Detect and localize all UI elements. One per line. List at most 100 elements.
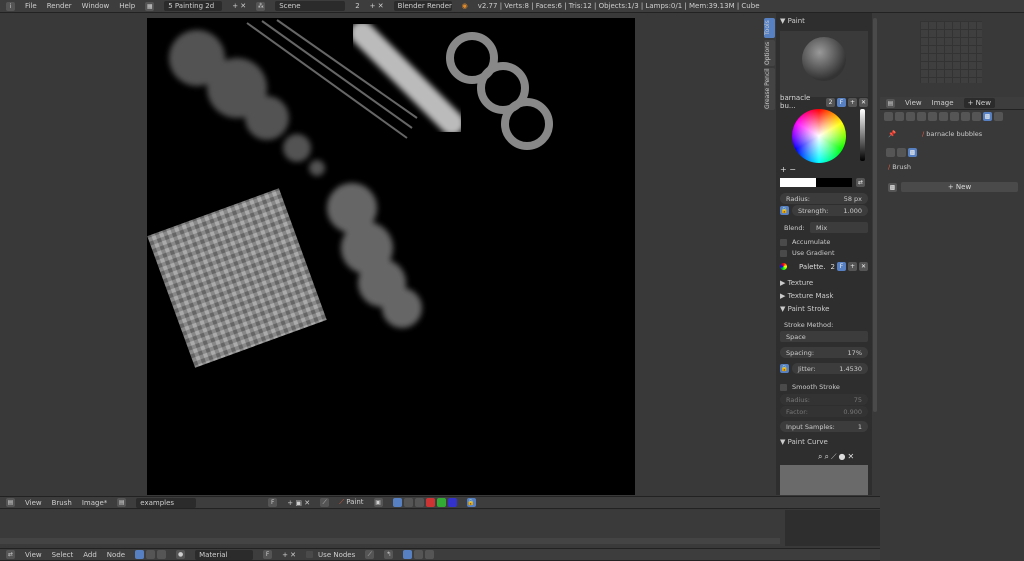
- use-nodes-checkbox[interactable]: Use Nodes: [306, 551, 355, 559]
- render-engine-select[interactable]: Blender Render: [393, 1, 452, 11]
- accumulate-checkbox[interactable]: Accumulate: [780, 238, 830, 246]
- pin-icon[interactable]: ⟋: [365, 550, 375, 559]
- menu-render[interactable]: Render: [47, 2, 72, 10]
- add-remove-color-buttons[interactable]: + −: [780, 165, 796, 174]
- menu-view[interactable]: View: [25, 551, 42, 559]
- palette-users: 2: [830, 262, 835, 271]
- screen-layout-icon[interactable]: ▦: [145, 1, 155, 11]
- primary-color-swatch[interactable]: [780, 178, 816, 187]
- menu-image[interactable]: Image: [932, 99, 954, 107]
- spacing-field[interactable]: Spacing: 17%: [780, 347, 868, 358]
- curve-editor[interactable]: [780, 465, 868, 495]
- material-field[interactable]: Material: [195, 549, 254, 560]
- swap-colors-icon[interactable]: ⇄: [856, 178, 865, 187]
- palette-selector[interactable]: Palette. 2 F + ✕: [780, 262, 868, 271]
- pin-icon[interactable]: 📌: [888, 130, 896, 138]
- unlink-brush-button[interactable]: ✕: [859, 97, 868, 107]
- smooth-radius-field[interactable]: Radius: 75: [780, 394, 868, 405]
- palette-name[interactable]: Palette.: [799, 263, 829, 271]
- material-actions[interactable]: + ✕: [282, 551, 296, 559]
- color-wheel[interactable]: [792, 109, 846, 163]
- menu-window[interactable]: Window: [82, 2, 110, 10]
- new-texture-button[interactable]: + New: [901, 182, 1018, 192]
- parent-tree-icon[interactable]: ↰: [384, 550, 394, 559]
- texture-context-buttons[interactable]: ▩: [886, 148, 917, 157]
- lock-icon[interactable]: 🔒: [466, 498, 476, 507]
- image-browse-icon[interactable]: ▤: [117, 498, 127, 507]
- menu-node[interactable]: Node: [107, 551, 125, 559]
- menu-view[interactable]: View: [905, 99, 922, 107]
- texture-mask-section[interactable]: ▶ Texture Mask: [780, 292, 834, 300]
- radius-field[interactable]: Radius: 58 px: [780, 193, 868, 204]
- jitter-field[interactable]: Jitter: 1.4530: [792, 363, 868, 374]
- texture-tab-icon[interactable]: ▩: [983, 112, 992, 121]
- new-brush-button[interactable]: +: [848, 97, 857, 107]
- tool-shelf: ▼ Paint barnacle bu... 2 F + ✕ + − ⇄ Rad…: [776, 13, 872, 495]
- tab-grease-pencil[interactable]: Grease Pencil: [764, 68, 775, 110]
- lock-icon[interactable]: 🔒: [780, 206, 789, 215]
- paint-tool-buttons[interactable]: [392, 498, 457, 507]
- node-tree-type-buttons[interactable]: [135, 550, 167, 559]
- menu-file[interactable]: File: [25, 2, 37, 10]
- menu-select[interactable]: Select: [52, 551, 74, 559]
- use-gradient-checkbox[interactable]: Use Gradient: [780, 249, 835, 257]
- image-editor-area[interactable]: [0, 13, 760, 495]
- material-icon[interactable]: ●: [176, 550, 186, 559]
- menu-image[interactable]: Image*: [82, 499, 107, 507]
- input-samples-field[interactable]: Input Samples: 1: [780, 421, 868, 432]
- pivot-icon[interactable]: ▣: [373, 498, 383, 507]
- menu-help[interactable]: Help: [119, 2, 135, 10]
- image-name-field[interactable]: examples: [136, 497, 197, 508]
- editor-type-icon[interactable]: ⇄: [6, 550, 15, 559]
- paint-canvas[interactable]: [147, 18, 635, 495]
- smooth-radius-label: Radius:: [786, 395, 810, 404]
- stroke-method-label: Stroke Method:: [784, 321, 834, 329]
- tab-options[interactable]: Options: [764, 40, 775, 66]
- unlink-palette-button[interactable]: ✕: [859, 262, 868, 271]
- brush-name-field[interactable]: barnacle bu...: [780, 94, 824, 110]
- brush-preview[interactable]: [780, 31, 868, 97]
- tab-tools[interactable]: Tools: [764, 18, 775, 38]
- material-fake-user[interactable]: F: [263, 550, 273, 559]
- timeline-region[interactable]: [0, 510, 880, 546]
- menu-view[interactable]: View: [25, 499, 42, 507]
- new-palette-button[interactable]: +: [848, 262, 857, 271]
- timeline-scrollbar[interactable]: [0, 538, 780, 544]
- add-scene-button[interactable]: + ✕: [370, 2, 384, 10]
- curve-tools[interactable]: ⌕⌕⟋●✕: [818, 452, 856, 462]
- palette-fake-user[interactable]: F: [837, 262, 846, 271]
- image-fake-user[interactable]: F: [268, 498, 278, 507]
- jitter-value: 1.4530: [839, 364, 862, 373]
- strength-field[interactable]: Strength: 1.000: [792, 205, 868, 216]
- secondary-color-swatch[interactable]: [816, 178, 852, 187]
- blend-select[interactable]: Mix: [810, 222, 868, 233]
- screen-layout-field[interactable]: 5 Painting 2d: [164, 1, 223, 11]
- stroke-method-select[interactable]: Space: [780, 331, 868, 342]
- smooth-factor-label: Factor:: [786, 407, 808, 416]
- scene-icon[interactable]: ⁂: [256, 1, 266, 11]
- value-slider[interactable]: [860, 109, 865, 161]
- snap-buttons[interactable]: [403, 550, 435, 559]
- editor-type-icon[interactable]: ▤: [886, 98, 895, 108]
- image-actions[interactable]: + ▣ ✕: [287, 499, 310, 507]
- scene-field[interactable]: Scene: [275, 1, 346, 11]
- tool-shelf-scrollbar[interactable]: [873, 18, 877, 412]
- paint-stroke-section[interactable]: ▼ Paint Stroke: [780, 305, 829, 313]
- smooth-factor-field[interactable]: Factor: 0.900: [780, 406, 868, 417]
- texture-section[interactable]: ▶ Texture: [780, 279, 813, 287]
- context-tabs[interactable]: ▩: [884, 112, 1003, 121]
- smooth-stroke-checkbox[interactable]: Smooth Stroke: [780, 383, 840, 391]
- new-image-button[interactable]: + New: [963, 98, 995, 108]
- brush-selector[interactable]: / Brush: [888, 163, 911, 171]
- menu-add[interactable]: Add: [83, 551, 97, 559]
- paint-curve-section-label: Paint Curve: [787, 438, 828, 446]
- menu-brush[interactable]: Brush: [52, 499, 72, 507]
- pin-icon[interactable]: ⟋: [320, 498, 330, 507]
- editor-type-icon[interactable]: ▤: [6, 498, 15, 507]
- add-screen-button[interactable]: + ✕: [232, 2, 246, 10]
- jitter-lock-icon[interactable]: 🔒: [780, 364, 789, 373]
- paint-curve-section[interactable]: ▼ Paint Curve: [780, 438, 828, 446]
- mode-select[interactable]: ⟋ Paint: [339, 498, 363, 507]
- fake-user-toggle[interactable]: F: [837, 97, 846, 107]
- info-icon[interactable]: i: [6, 1, 15, 11]
